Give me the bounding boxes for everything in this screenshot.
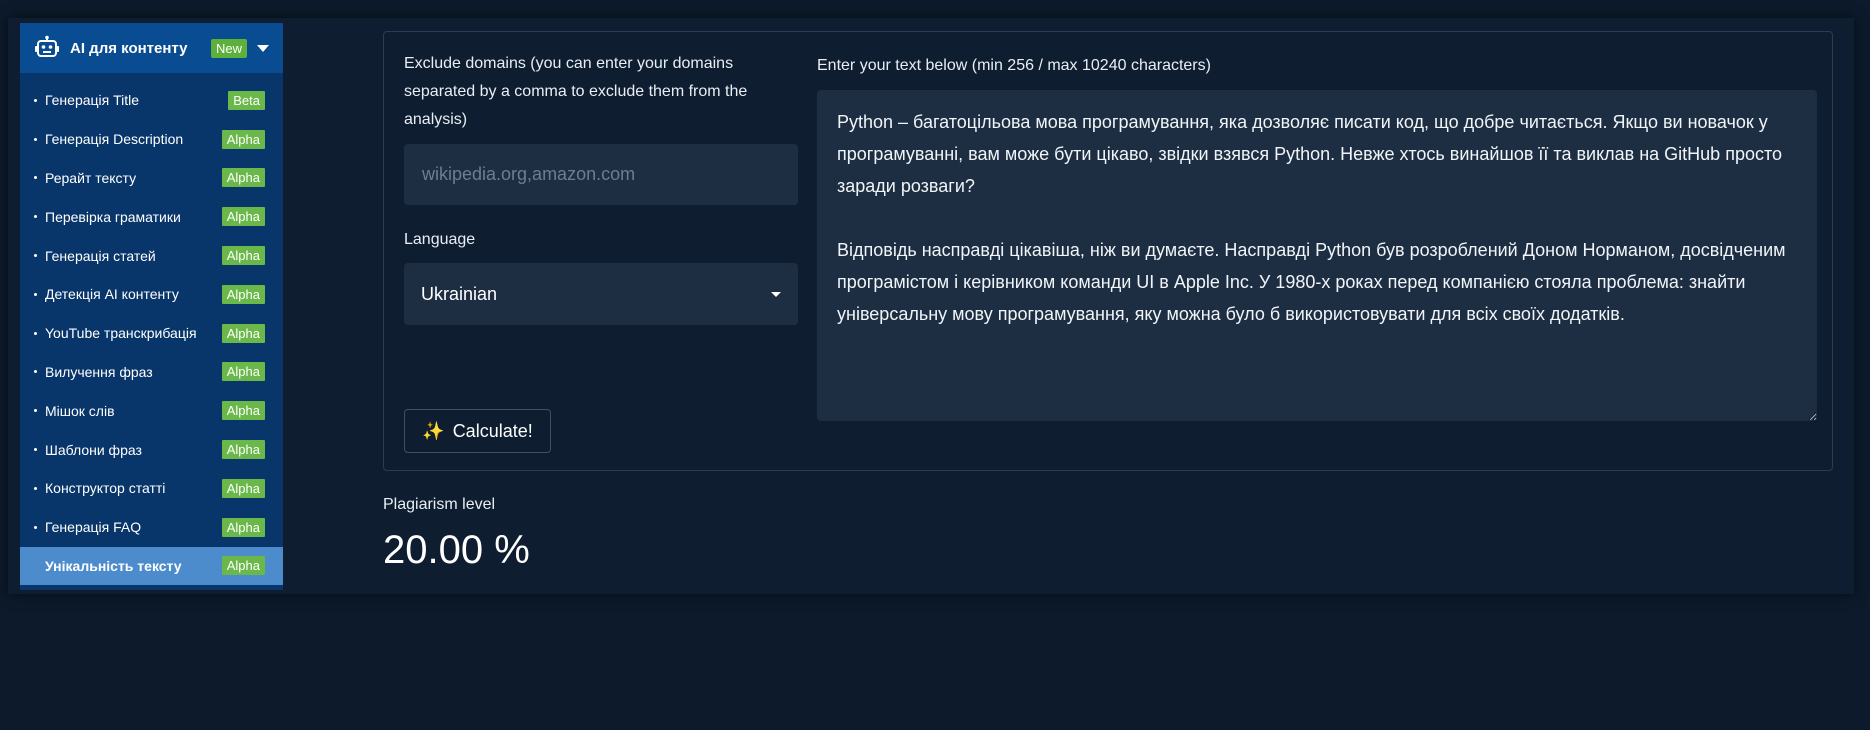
bullet-icon — [34, 370, 37, 374]
bullet-icon — [34, 486, 37, 490]
sidebar-item-title-generation[interactable]: Генерація Title Beta — [20, 81, 283, 120]
status-badge: Alpha — [221, 246, 265, 266]
bullet-icon — [34, 448, 37, 452]
sidebar-title: AI для контенту — [70, 39, 188, 57]
sidebar-item-faq-generation[interactable]: Генерація FAQ Alpha — [20, 508, 283, 547]
sparkles-icon: ✨ — [422, 420, 445, 441]
language-label: Language — [404, 231, 476, 248]
sidebar-header[interactable]: AI для контенту New — [20, 23, 283, 73]
sidebar-item-text-uniqueness[interactable]: Унікальність тексту Alpha — [20, 546, 283, 586]
status-badge: Alpha — [221, 207, 265, 227]
status-badge: Alpha — [221, 478, 265, 498]
bullet-icon — [34, 409, 37, 413]
language-selected-value: Ukrainian — [421, 283, 498, 304]
plagiarism-form: Exclude domains (you can enter your doma… — [383, 31, 1833, 471]
status-badge: Alpha — [221, 362, 265, 382]
sidebar-item-description-generation[interactable]: Генерація Description Alpha — [20, 120, 283, 159]
text-input[interactable]: Python – багатоцільова мова програмуванн… — [817, 90, 1817, 421]
sidebar-menu: Генерація Title Beta Генерація Descriptio… — [20, 73, 283, 586]
status-badge: Alpha — [221, 284, 265, 304]
bullet-icon — [34, 137, 37, 141]
bullet-icon — [34, 292, 37, 296]
sidebar-item-article-generation[interactable]: Генерація статей Alpha — [20, 236, 283, 275]
plagiarism-level-value: 20.00 % — [383, 528, 530, 572]
status-badge: Alpha — [221, 168, 265, 188]
status-badge: Alpha — [221, 129, 265, 149]
dropdown-arrow-icon — [771, 291, 781, 297]
sidebar-item-youtube-transcription[interactable]: YouTube транскрибація Alpha — [20, 314, 283, 353]
chevron-down-icon[interactable] — [257, 44, 269, 52]
robot-icon — [35, 35, 59, 57]
sidebar-item-label: Конструктор статті — [45, 480, 166, 497]
status-badge: Alpha — [221, 556, 265, 576]
new-badge: New — [210, 38, 247, 58]
sidebar-item-grammar-check[interactable]: Перевірка граматики Alpha — [20, 197, 283, 236]
status-badge: Alpha — [221, 323, 265, 343]
bullet-icon — [34, 98, 37, 102]
sidebar-item-label: Генерація статей — [45, 247, 156, 264]
sidebar-item-label: Генерація Title — [45, 92, 140, 109]
exclude-domains-input[interactable] — [404, 144, 798, 205]
bullet-icon — [34, 254, 37, 258]
sidebar-item-label: Мішок слів — [45, 402, 115, 419]
sidebar-item-label: Рерайт тексту — [45, 169, 137, 186]
status-badge: Alpha — [221, 401, 265, 421]
sidebar-item-label: Перевірка граматики — [45, 208, 181, 225]
bullet-icon — [34, 331, 37, 335]
language-select[interactable]: Ukrainian — [404, 263, 798, 325]
calculate-button[interactable]: ✨ Calculate! — [404, 409, 551, 453]
sidebar-item-article-builder[interactable]: Конструктор статті Alpha — [20, 469, 283, 508]
sidebar-item-rewrite[interactable]: Рерайт тексту Alpha — [20, 159, 283, 198]
sidebar-item-bag-of-words[interactable]: Мішок слів Alpha — [20, 391, 283, 430]
sidebar-item-phrase-extraction[interactable]: Вилучення фраз Alpha — [20, 353, 283, 392]
exclude-domains-label: Exclude domains (you can enter your doma… — [404, 55, 748, 128]
status-badge: Alpha — [221, 517, 265, 537]
plagiarism-level-label: Plagiarism level — [383, 496, 496, 513]
sidebar-item-phrase-templates[interactable]: Шаблони фраз Alpha — [20, 430, 283, 469]
status-badge: Alpha — [221, 440, 265, 460]
sidebar-item-label: Детекція AI контенту — [45, 286, 179, 303]
sidebar-item-label: YouTube транскрибація — [45, 325, 197, 342]
bullet-icon — [34, 525, 37, 529]
bullet-icon — [34, 215, 37, 219]
sidebar-item-label: Генерація Description — [45, 131, 184, 148]
bullet-icon — [34, 176, 37, 180]
calculate-button-label: Calculate! — [452, 420, 533, 441]
status-badge: Beta — [228, 90, 265, 110]
sidebar-item-label: Генерація FAQ — [45, 519, 142, 536]
sidebar-item-label: Вилучення фраз — [45, 363, 153, 380]
text-input-label: Enter your text below (min 256 / max 102… — [817, 57, 1211, 74]
sidebar-item-label: Унікальність тексту — [45, 557, 182, 574]
sidebar-item-label: Шаблони фраз — [45, 441, 142, 458]
sidebar-item-ai-detection[interactable]: Детекція AI контенту Alpha — [20, 275, 283, 314]
sidebar: AI для контенту New Генерація Title Beta … — [20, 23, 283, 590]
